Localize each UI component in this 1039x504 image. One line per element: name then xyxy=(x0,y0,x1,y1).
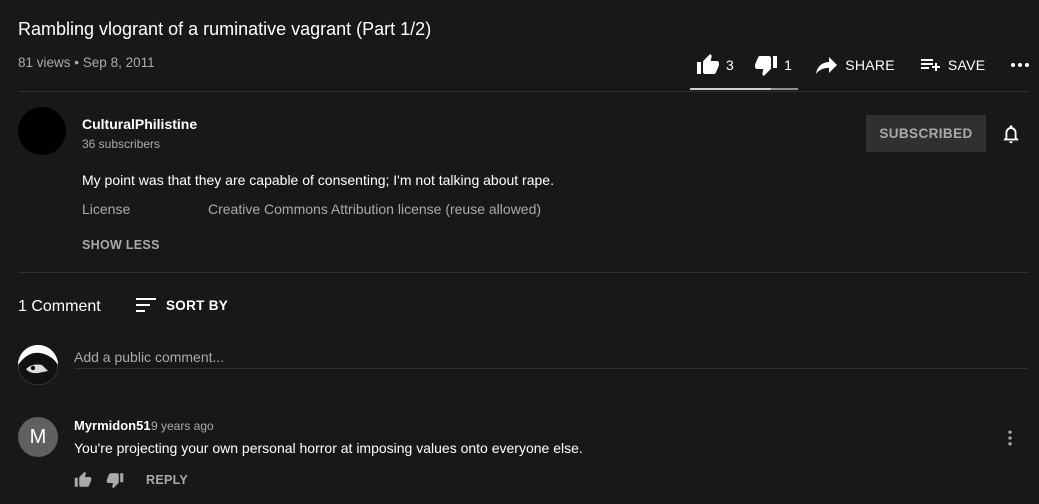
description-text: My point was that they are capable of co… xyxy=(82,172,554,188)
comment-count: 1 Comment xyxy=(18,298,101,315)
description-divider xyxy=(18,272,1029,273)
notification-bell-button[interactable] xyxy=(1000,123,1022,145)
bell-icon xyxy=(1000,123,1022,145)
share-button[interactable]: SHARE xyxy=(815,53,895,77)
sort-by-label: SORT BY xyxy=(166,297,229,313)
comment-dislike-button[interactable] xyxy=(106,471,124,489)
more-actions-button[interactable] xyxy=(1008,53,1032,77)
like-button[interactable]: 3 xyxy=(696,53,734,77)
comment-like-button[interactable] xyxy=(74,471,92,489)
comment-text: You're projecting your own personal horr… xyxy=(74,440,583,456)
more-horizontal-icon xyxy=(1008,53,1032,77)
channel-name[interactable]: CulturalPhilistine xyxy=(82,116,197,132)
dislike-count: 1 xyxy=(784,57,793,73)
user-avatar[interactable] xyxy=(18,345,58,385)
more-vertical-icon xyxy=(1000,428,1020,448)
video-title: Rambling vlogrant of a ruminative vagran… xyxy=(18,19,432,39)
sentiment-bar-like-fill xyxy=(690,88,771,90)
video-actions: 3 1 SHARE SAVE xyxy=(690,50,1032,80)
channel-avatar[interactable] xyxy=(18,107,66,155)
sort-icon xyxy=(136,296,166,314)
upload-date: Sep 8, 2011 xyxy=(82,55,155,70)
view-count: 81 views xyxy=(18,55,71,70)
subscribed-button[interactable]: SUBSCRIBED xyxy=(866,115,986,152)
subscriber-count: 36 subscribers xyxy=(82,137,161,151)
license-label: License xyxy=(82,201,131,217)
share-label: SHARE xyxy=(845,57,895,73)
meta-separator: • xyxy=(74,55,80,70)
sort-by-button[interactable]: SORT BY xyxy=(136,296,228,314)
thumb-up-icon xyxy=(696,53,720,77)
share-arrow-icon xyxy=(815,53,839,77)
thumb-down-icon xyxy=(754,53,778,77)
thumb-up-icon xyxy=(74,471,92,489)
comment-author[interactable]: Myrmidon51 xyxy=(74,418,151,433)
like-count: 3 xyxy=(726,57,735,73)
add-comment-input[interactable] xyxy=(74,345,1028,369)
save-label: SAVE xyxy=(947,57,986,73)
comment-reply-button[interactable]: REPLY xyxy=(146,473,188,487)
show-less-button[interactable]: SHOW LESS xyxy=(82,238,160,252)
sentiment-bar xyxy=(690,88,798,90)
save-button[interactable]: SAVE xyxy=(918,53,986,77)
comment-timestamp[interactable]: 9 years ago xyxy=(151,419,214,433)
playlist-add-icon xyxy=(918,53,942,77)
thumb-down-icon xyxy=(106,471,124,489)
video-meta: 81 views • Sep 8, 2011 xyxy=(18,55,155,70)
dislike-button[interactable]: 1 xyxy=(754,53,792,77)
header-divider xyxy=(18,91,1029,92)
commenter-avatar[interactable]: M xyxy=(18,417,58,457)
comment-menu-button[interactable] xyxy=(1000,428,1020,448)
license-link[interactable]: Creative Commons Attribution license (re… xyxy=(208,201,541,217)
